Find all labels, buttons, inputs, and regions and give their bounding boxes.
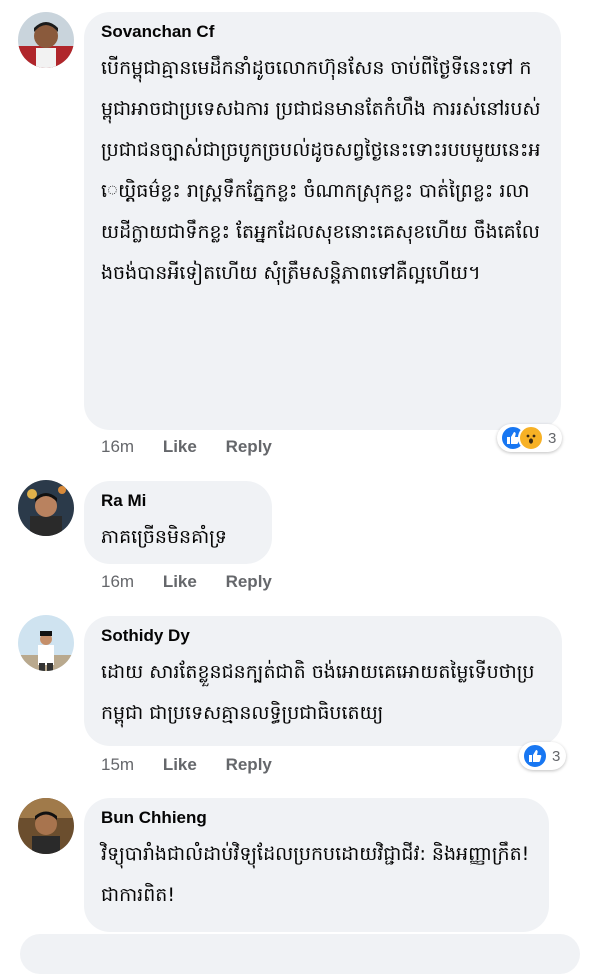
wow-reaction-icon bbox=[518, 425, 544, 451]
comment-bubble: Ra Mi ភាគច្រើនមិនគាំទ្រ bbox=[84, 481, 272, 564]
like-button[interactable]: Like bbox=[163, 755, 197, 774]
comment-timestamp[interactable]: 16m bbox=[101, 437, 134, 456]
like-button[interactable]: Like bbox=[163, 437, 197, 456]
comment-timestamp[interactable]: 15m bbox=[101, 755, 134, 774]
comment-actions: 16m Like Reply bbox=[101, 572, 296, 592]
comment-text: បើកម្ពុជាគ្មានមេដឹកនាំដូចលោកហ៊ុនសែន ចាប់… bbox=[101, 57, 541, 284]
comment-bubble: Sovanchan Cf បើកម្ពុជាគ្មានមេដឹកនាំដូចលោ… bbox=[84, 12, 561, 430]
comment-text: ភាគច្រើនមិនគាំទ្រ bbox=[101, 526, 227, 548]
comment-text: ដោយ សារតែខ្លួនជនក្បត់ជាតិ ចង់អោយគេអោយតម្… bbox=[101, 661, 535, 724]
comment-actions: 15m Like Reply bbox=[101, 755, 296, 775]
reaction-count: 3 bbox=[548, 429, 557, 447]
reaction-count: 3 bbox=[552, 747, 561, 765]
comment-author[interactable]: Bun Chhieng bbox=[101, 808, 531, 828]
reply-button[interactable]: Reply bbox=[226, 755, 272, 774]
comment-author[interactable]: Sovanchan Cf bbox=[101, 22, 543, 42]
like-button[interactable]: Like bbox=[163, 572, 197, 591]
next-comment-bubble bbox=[20, 934, 580, 974]
reaction-summary[interactable]: 3 bbox=[497, 424, 563, 452]
comment-bubble: Bun Chhieng វិទ្យុបារាំងជាលំដាប់វិទ្យុដែ… bbox=[84, 798, 549, 932]
avatar[interactable] bbox=[18, 12, 74, 68]
reply-button[interactable]: Reply bbox=[226, 572, 272, 591]
avatar[interactable] bbox=[18, 615, 74, 671]
comment-author[interactable]: Ra Mi bbox=[101, 491, 254, 511]
reaction-summary[interactable]: 3 bbox=[519, 742, 567, 770]
comment-timestamp[interactable]: 16m bbox=[101, 572, 134, 591]
comment-bubble: Sothidy Dy ដោយ សារតែខ្លួនជនក្បត់ជាតិ ចង់… bbox=[84, 616, 562, 746]
like-reaction-icon bbox=[522, 743, 548, 769]
avatar[interactable] bbox=[18, 798, 74, 854]
reply-button[interactable]: Reply bbox=[226, 437, 272, 456]
comment-author[interactable]: Sothidy Dy bbox=[101, 626, 544, 646]
avatar[interactable] bbox=[18, 480, 74, 536]
comment-actions: 16m Like Reply bbox=[101, 437, 296, 457]
comment-text: វិទ្យុបារាំងជាលំដាប់វិទ្យុដែលប្រកបដោយវិជ… bbox=[101, 843, 530, 906]
